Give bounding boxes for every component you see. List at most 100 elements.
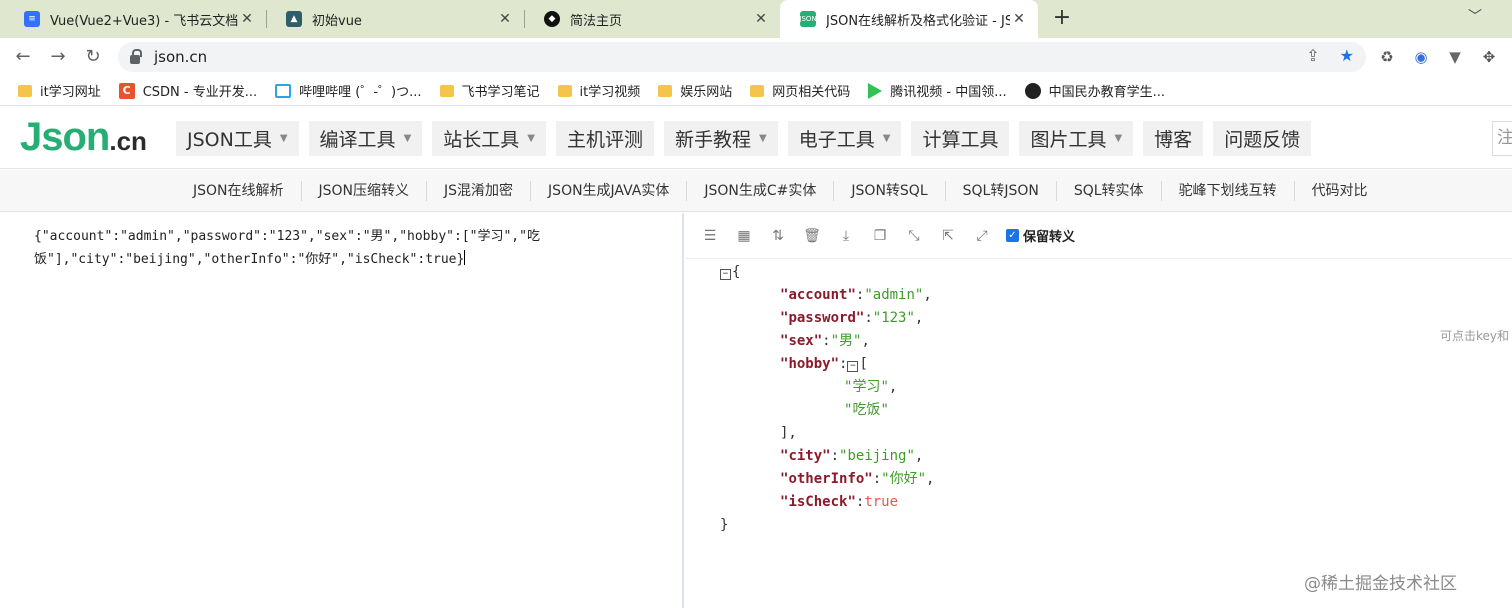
register-link[interactable]: 注 <box>1492 121 1512 156</box>
bookmark-label: 中国民办教育学生... <box>1048 85 1166 100</box>
expand-icon[interactable]: ⤢ <box>972 226 992 246</box>
caret-down-icon: ▼ <box>527 133 535 144</box>
browser-tab-active[interactable]: JSON JSON在线解析及格式化验证 - JS ✕ <box>780 0 1038 38</box>
browser-tab[interactable]: ◆ 简法主页 ✕ <box>524 0 780 38</box>
trash-icon[interactable]: 🗑 <box>802 226 822 246</box>
sort-icon[interactable]: ⇅ <box>768 226 788 246</box>
nav-label: 博客 <box>1154 129 1193 151</box>
subnav-sql-to-entity[interactable]: SQL转实体 <box>1057 180 1162 201</box>
json-key[interactable]: "otherInfo" <box>780 471 873 487</box>
subnav-json-compress[interactable]: JSON压缩转义 <box>302 180 428 201</box>
nav-json-tools[interactable]: JSON工具 ▼ <box>176 121 299 156</box>
close-icon[interactable]: ✕ <box>238 11 256 27</box>
copy-icon[interactable]: ❐ <box>870 226 890 246</box>
address-bar[interactable]: json.cn ⇪ ★ <box>118 42 1366 72</box>
nav-feedback[interactable]: 问题反馈 <box>1213 121 1312 156</box>
tree-line: "otherInfo":"你好", <box>780 471 935 487</box>
forward-button[interactable]: → <box>45 44 71 70</box>
nav-label: 新手教程 <box>675 129 752 151</box>
subnav-json-to-csharp[interactable]: JSON生成C#实体 <box>687 180 835 201</box>
bookmark-star-icon[interactable]: ★ <box>1340 46 1354 65</box>
extension-recycle-icon[interactable]: ♻ <box>1376 46 1398 68</box>
close-icon[interactable]: ✕ <box>1010 11 1028 27</box>
bookmark-label: 哔哩哔哩 (゜-゜)つ... <box>299 85 422 100</box>
json-key[interactable]: "city" <box>780 448 831 464</box>
tree-line: "吃饭" <box>844 399 889 421</box>
nav-label: 图片工具 <box>1030 129 1107 151</box>
nav-electronic-tools[interactable]: 电子工具 ▼ <box>787 121 902 156</box>
json-key[interactable]: "isCheck" <box>780 494 856 510</box>
share-icon[interactable]: ⇪ <box>1306 46 1319 65</box>
tab-title: 初始vue <box>312 13 362 29</box>
subnav-js-obfuscate[interactable]: JS混淆加密 <box>427 180 532 201</box>
nav-compile-tools[interactable]: 编译工具 ▼ <box>308 121 423 156</box>
json-value: true <box>864 494 899 510</box>
json-input-editor[interactable]: {"account":"admin","password":"123","sex… <box>0 213 684 608</box>
download-icon[interactable]: ⤓ <box>836 226 856 246</box>
shield-icon: ◆ <box>544 11 560 27</box>
bookmarks-bar: it学习网址 C CSDN - 专业开发... 哔哩哔哩 (゜-゜)つ... 飞书… <box>0 76 1512 106</box>
nav-host-review[interactable]: 主机评测 <box>555 121 654 156</box>
close-icon[interactable]: ✕ <box>496 11 514 27</box>
bookmark-item[interactable]: 网页相关代码 <box>750 81 850 100</box>
csdn-icon: C <box>118 82 135 99</box>
main-nav: JSON工具 ▼ 编译工具 ▼ 站长工具 ▼ 主机评测 新手教程 ▼ 电子工具 ▼ 计算工… <box>176 121 1312 156</box>
bookmark-item[interactable]: 哔哩哔哩 (゜-゜)つ... <box>275 81 422 100</box>
database-icon[interactable]: ☰ <box>700 226 720 246</box>
nav-webmaster-tools[interactable]: 站长工具 ▼ <box>432 121 546 156</box>
extension-puzzle-icon[interactable]: ✥ <box>1478 46 1500 68</box>
subnav-json-to-java[interactable]: JSON生成JAVA实体 <box>531 180 688 201</box>
browser-tab[interactable]: ▲ 初始vue ✕ <box>266 0 524 38</box>
reload-button[interactable]: ↻ <box>80 44 106 70</box>
extension-vue-icon[interactable]: ▼ <box>1444 46 1466 68</box>
chevron-down-icon[interactable]: ﹀ <box>1468 6 1482 26</box>
bracket-close: ], <box>780 425 797 441</box>
json-value: "beijing" <box>839 448 915 464</box>
folder-icon <box>18 84 32 97</box>
json-key[interactable]: "sex" <box>780 333 822 349</box>
bookmark-item[interactable]: 飞书学习笔记 <box>439 81 540 100</box>
collapse-icon[interactable]: − <box>847 361 859 372</box>
subnav-json-parse[interactable]: JSON在线解析 <box>176 180 302 201</box>
tree-line: "city":"beijing", <box>780 448 924 464</box>
subnav-camel-snake[interactable]: 驼峰下划线互转 <box>1162 180 1295 201</box>
excel-export-icon[interactable]: ▦ <box>734 226 754 246</box>
site-header: Json.cn JSON工具 ▼ 编译工具 ▼ 站长工具 ▼ 主机评测 新手教程 ▼ 电… <box>0 107 1512 169</box>
tree-line: "password":"123", <box>780 310 924 326</box>
logo-suffix: .cn <box>109 126 147 156</box>
site-logo[interactable]: Json.cn <box>20 115 147 160</box>
share-icon[interactable]: ⇱ <box>938 226 958 246</box>
caret-down-icon: ▼ <box>279 133 288 144</box>
bookmark-item[interactable]: it学习视频 <box>557 81 640 100</box>
bookmark-item[interactable]: 腾讯视频 - 中国领... <box>868 81 1007 100</box>
compress-icon[interactable]: ⤡ <box>904 226 924 246</box>
nav-image-tools[interactable]: 图片工具 ▼ <box>1019 121 1134 156</box>
bookmark-item[interactable]: it学习网址 <box>18 81 101 100</box>
subnav-json-to-sql[interactable]: JSON转SQL <box>834 180 946 201</box>
json-key[interactable]: "password" <box>780 310 864 326</box>
json-value: "123" <box>872 310 915 326</box>
sub-nav: JSON在线解析 JSON压缩转义 JS混淆加密 JSON生成JAVA实体 JS… <box>0 170 1512 212</box>
browser-tab-strip: ≡ Vue(Vue2+Vue3) - 飞书云文档 ✕ ▲ 初始vue ✕ ◆ 简… <box>0 0 1512 38</box>
collapse-icon[interactable]: − <box>720 269 731 280</box>
bookmark-item[interactable]: 中国民办教育学生... <box>1024 81 1166 100</box>
nav-blog[interactable]: 博客 <box>1143 121 1204 156</box>
json-key[interactable]: "account" <box>780 287 856 303</box>
json-icon: JSON <box>799 11 817 27</box>
extension-circle-icon[interactable]: ◉ <box>1410 46 1432 68</box>
close-icon[interactable]: ✕ <box>752 11 770 27</box>
back-button[interactable]: ← <box>10 44 36 70</box>
browser-tab[interactable]: ≡ Vue(Vue2+Vue3) - 飞书云文档 ✕ <box>4 0 266 38</box>
keep-escape-label: 保留转义 <box>1023 230 1076 245</box>
nav-tutorials[interactable]: 新手教程 ▼ <box>664 121 778 156</box>
bookmark-item[interactable]: 娱乐网站 <box>658 81 732 100</box>
nav-calc-tools[interactable]: 计算工具 <box>911 121 1010 156</box>
json-key[interactable]: "hobby" <box>780 356 839 372</box>
bookmark-item[interactable]: C CSDN - 专业开发... <box>118 81 257 100</box>
keep-escape-checkbox[interactable]: ✓ <box>1006 229 1019 242</box>
new-tab-button[interactable]: + <box>1050 4 1074 34</box>
subnav-code-diff[interactable]: 代码对比 <box>1295 181 1385 201</box>
bookmark-label: 腾讯视频 - 中国领... <box>890 85 1007 100</box>
subnav-sql-to-json[interactable]: SQL转JSON <box>946 180 1057 201</box>
tab-title: 简法主页 <box>570 13 623 29</box>
